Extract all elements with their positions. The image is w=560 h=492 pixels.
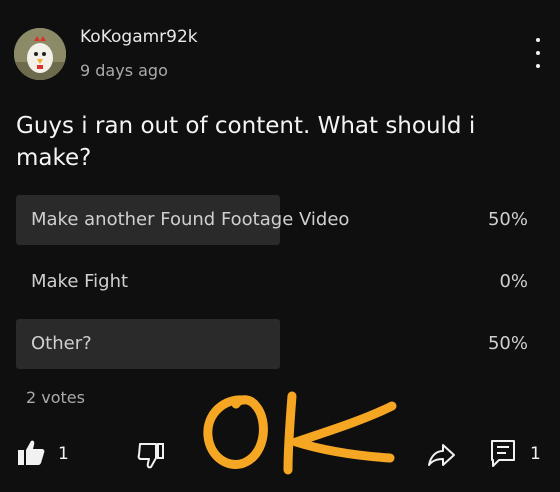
share-icon[interactable] — [426, 440, 456, 470]
poll-option[interactable]: Other? 50% — [16, 319, 544, 369]
poll-option[interactable]: Make another Found Footage Video 50% — [16, 195, 544, 245]
poll-option-label: Other? — [31, 333, 92, 354]
poll-option-percent: 50% — [487, 209, 528, 230]
poll-option-label: Make Fight — [31, 271, 129, 292]
poll-option[interactable]: Make Fight 0% — [16, 257, 544, 307]
poll-option-label: Make another Found Footage Video — [31, 209, 350, 230]
vote-count: 2 votes — [26, 388, 85, 407]
avatar[interactable] — [14, 28, 66, 80]
comment-icon[interactable] — [488, 438, 518, 468]
like-count: 1 — [58, 444, 69, 464]
poll-option-percent: 50% — [487, 333, 528, 354]
comment-count: 1 — [530, 444, 541, 464]
thumbs-down-icon[interactable] — [136, 440, 166, 470]
post-timestamp: 9 days ago — [80, 61, 168, 80]
channel-name[interactable]: KoKogamr92k — [80, 27, 198, 47]
community-post: KoKogamr92k 9 days ago Guys i ran out of… — [0, 0, 560, 492]
post-text: Guys i ran out of content. What should i… — [16, 113, 476, 171]
handwritten-ok-overlay — [203, 391, 397, 475]
more-vert-icon[interactable] — [528, 38, 548, 68]
poll-option-percent: 0% — [499, 271, 528, 292]
thumbs-up-icon[interactable] — [16, 438, 46, 468]
